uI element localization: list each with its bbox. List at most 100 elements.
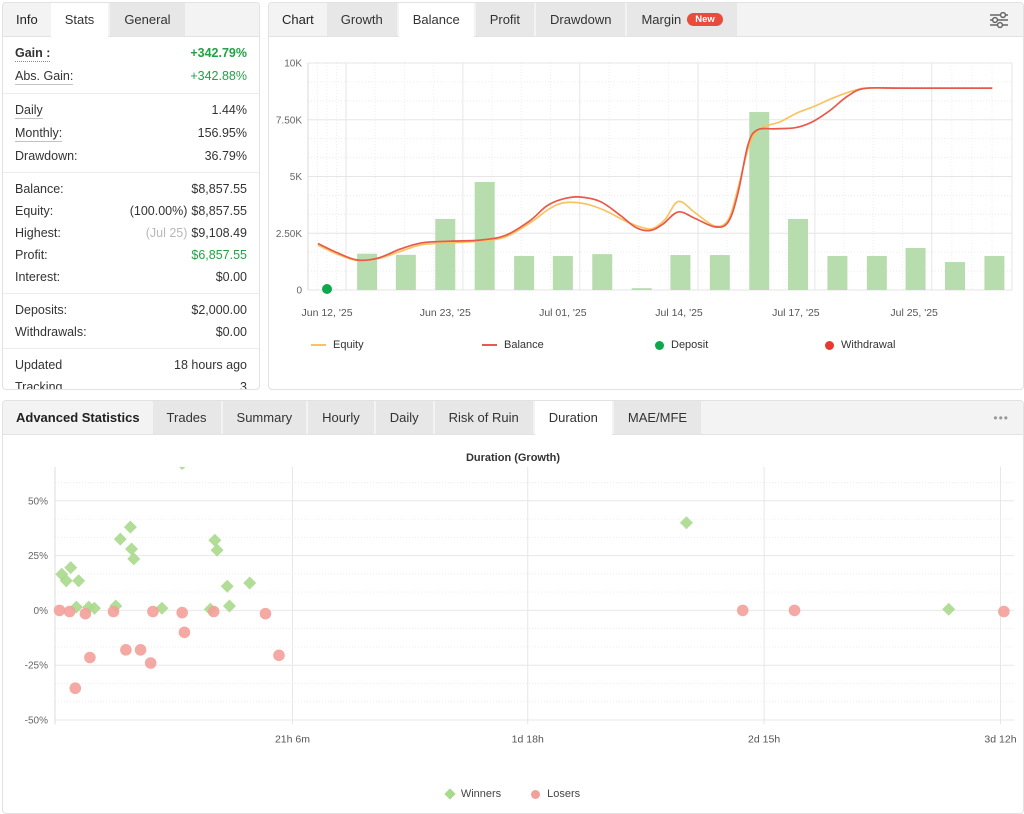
tab-drawdown[interactable]: Drawdown bbox=[536, 3, 625, 36]
legend-label: Balance bbox=[504, 339, 544, 351]
stat-value: (100.00%)$8,857.55 bbox=[130, 203, 247, 219]
stat-value: +342.79% bbox=[190, 45, 247, 61]
svg-text:-50%: -50% bbox=[25, 716, 48, 727]
chart-legend: Equity Balance Deposit Withdrawal bbox=[269, 339, 1023, 357]
scatter-legend: Winners Losers bbox=[3, 788, 1023, 800]
chart-settings-icon[interactable] bbox=[988, 11, 1010, 29]
tab-label: Daily bbox=[390, 401, 419, 434]
stat-label: Tracking bbox=[15, 379, 62, 390]
new-badge: New bbox=[687, 13, 723, 27]
tab-balance[interactable]: Balance bbox=[399, 3, 474, 36]
stat-value: $2,000.00 bbox=[191, 302, 247, 318]
tab-label: Duration bbox=[549, 401, 598, 434]
advanced-statistics-panel: Advanced Statistics TradesSummary Hourly D… bbox=[2, 400, 1024, 814]
tab-label: General bbox=[124, 3, 170, 36]
stat-label: Drawdown: bbox=[15, 148, 78, 164]
tab-label: Risk of Ruin bbox=[449, 401, 519, 434]
stat-label: Balance: bbox=[15, 181, 64, 197]
withdrawal-swatch-dot bbox=[825, 341, 834, 350]
stat-label[interactable]: Gain : bbox=[15, 45, 50, 62]
legend-item-equity[interactable]: Equity bbox=[311, 339, 364, 351]
tab-daily[interactable]: Daily bbox=[376, 401, 433, 434]
stat-row-abs-gain: Abs. Gain: +342.88% bbox=[3, 65, 259, 88]
tab-duration[interactable]: Duration bbox=[535, 401, 612, 434]
stat-label: Updated bbox=[15, 357, 62, 373]
divider bbox=[3, 93, 259, 94]
svg-text:Jun 23, '25: Jun 23, '25 bbox=[420, 307, 471, 319]
stat-row-highest: Highest: (Jul 25)$9,108.49 bbox=[3, 222, 259, 244]
stat-value: $8,857.55 bbox=[191, 181, 247, 197]
svg-text:0: 0 bbox=[296, 286, 302, 297]
legend-item-withdrawal[interactable]: Withdrawal bbox=[825, 339, 895, 351]
duration-scatter-svg[interactable]: 75%50%25%0%-25%-50%21h 6m1d 18h2d 15h3d … bbox=[3, 467, 1021, 779]
stat-value-prefix: (Jul 25) bbox=[146, 226, 188, 240]
tab-label: Hourly bbox=[322, 401, 360, 434]
svg-text:Jun 12, '25: Jun 12, '25 bbox=[301, 307, 352, 319]
divider bbox=[3, 172, 259, 173]
tab-general[interactable]: General bbox=[110, 3, 184, 36]
tab-trades[interactable]: Trades bbox=[153, 401, 221, 434]
svg-text:Jul 17, '25: Jul 17, '25 bbox=[772, 307, 820, 319]
balance-equity-chart-svg[interactable]: 02.50K5K7.50K10KJun 12, '25Jun 23, '25Ju… bbox=[269, 36, 1021, 336]
stat-value: $0.00 bbox=[216, 324, 247, 340]
info-section-label[interactable]: Info bbox=[3, 3, 51, 36]
legend-label: Equity bbox=[333, 339, 364, 351]
stat-label: Equity: bbox=[15, 203, 53, 219]
svg-text:50%: 50% bbox=[28, 496, 48, 507]
balance-swatch-line bbox=[482, 344, 497, 346]
winners-diamond-swatch bbox=[444, 788, 455, 799]
stat-label[interactable]: Daily bbox=[15, 102, 43, 119]
legend-item-balance[interactable]: Balance bbox=[482, 339, 544, 351]
tab-hourly[interactable]: Hourly bbox=[308, 401, 374, 434]
tab-summary[interactable]: Summary bbox=[223, 401, 307, 434]
tab-stats[interactable]: Stats bbox=[51, 3, 109, 36]
balance-equity-chart[interactable]: 02.50K5K7.50K10KJun 12, '25Jun 23, '25Ju… bbox=[269, 36, 1021, 341]
legend-label: Losers bbox=[547, 788, 580, 800]
duration-scatter-chart[interactable]: 75%50%25%0%-25%-50%21h 6m1d 18h2d 15h3d … bbox=[3, 467, 1021, 784]
tab-label: Drawdown bbox=[550, 3, 611, 36]
legend-label: Winners bbox=[461, 788, 501, 800]
equity-swatch-line bbox=[311, 344, 326, 346]
tab-label: Growth bbox=[341, 3, 383, 36]
tab-label: Balance bbox=[413, 3, 460, 36]
stat-value: +342.88% bbox=[190, 68, 247, 84]
tab-risk-of-ruin[interactable]: Risk of Ruin bbox=[435, 401, 533, 434]
stat-row-balance: Balance: $8,857.55 bbox=[3, 178, 259, 200]
tab-growth[interactable]: Growth bbox=[327, 3, 397, 36]
more-options-button[interactable]: ••• bbox=[979, 411, 1023, 425]
deposit-swatch-dot bbox=[655, 341, 664, 350]
svg-text:2d 15h: 2d 15h bbox=[748, 733, 780, 745]
advanced-stats-tabbar: Advanced Statistics TradesSummary Hourly D… bbox=[3, 401, 1023, 435]
legend-item-winners[interactable]: Winners bbox=[446, 788, 501, 800]
svg-text:25%: 25% bbox=[28, 551, 48, 562]
legend-item-deposit[interactable]: Deposit bbox=[655, 339, 708, 351]
stat-row-updated: Updated18 hours ago bbox=[3, 354, 259, 376]
stat-label[interactable]: Abs. Gain: bbox=[15, 68, 73, 85]
stat-value: 1.44% bbox=[212, 102, 247, 118]
svg-text:2.50K: 2.50K bbox=[276, 229, 302, 240]
stat-row-gain: Gain : +342.79% bbox=[3, 42, 259, 65]
stat-value: (Jul 25)$9,108.49 bbox=[146, 225, 247, 241]
svg-text:10K: 10K bbox=[284, 59, 302, 70]
losers-circle-swatch bbox=[531, 790, 540, 799]
svg-text:5K: 5K bbox=[290, 172, 303, 183]
advanced-statistics-label: Advanced Statistics bbox=[3, 401, 153, 434]
tab-label: MAE/MFE bbox=[628, 401, 687, 434]
stat-row-tracking: Tracking3 bbox=[3, 376, 259, 390]
legend-label: Deposit bbox=[671, 339, 708, 351]
svg-text:21h 6m: 21h 6m bbox=[275, 733, 310, 745]
stat-row-interest: Interest: $0.00 bbox=[3, 266, 259, 288]
stat-label: Highest: bbox=[15, 225, 61, 241]
tab-profit[interactable]: Profit bbox=[476, 3, 534, 36]
stat-label[interactable]: Monthly: bbox=[15, 125, 62, 142]
tab-label: Margin bbox=[641, 3, 681, 36]
tab-margin[interactable]: Margin New bbox=[627, 3, 736, 36]
stat-value: $0.00 bbox=[216, 269, 247, 285]
stat-label: Interest: bbox=[15, 269, 60, 285]
stat-row-monthly: Monthly:156.95% bbox=[3, 122, 259, 145]
legend-item-losers[interactable]: Losers bbox=[531, 788, 580, 800]
stat-row-profit: Profit:$6,857.55 bbox=[3, 244, 259, 266]
tab-mae-mfe[interactable]: MAE/MFE bbox=[614, 401, 701, 434]
stats-tabbar: Info Stats General bbox=[3, 3, 259, 37]
stats-rows: Gain : +342.79% Abs. Gain: +342.88% Daily 1.4… bbox=[3, 37, 259, 390]
